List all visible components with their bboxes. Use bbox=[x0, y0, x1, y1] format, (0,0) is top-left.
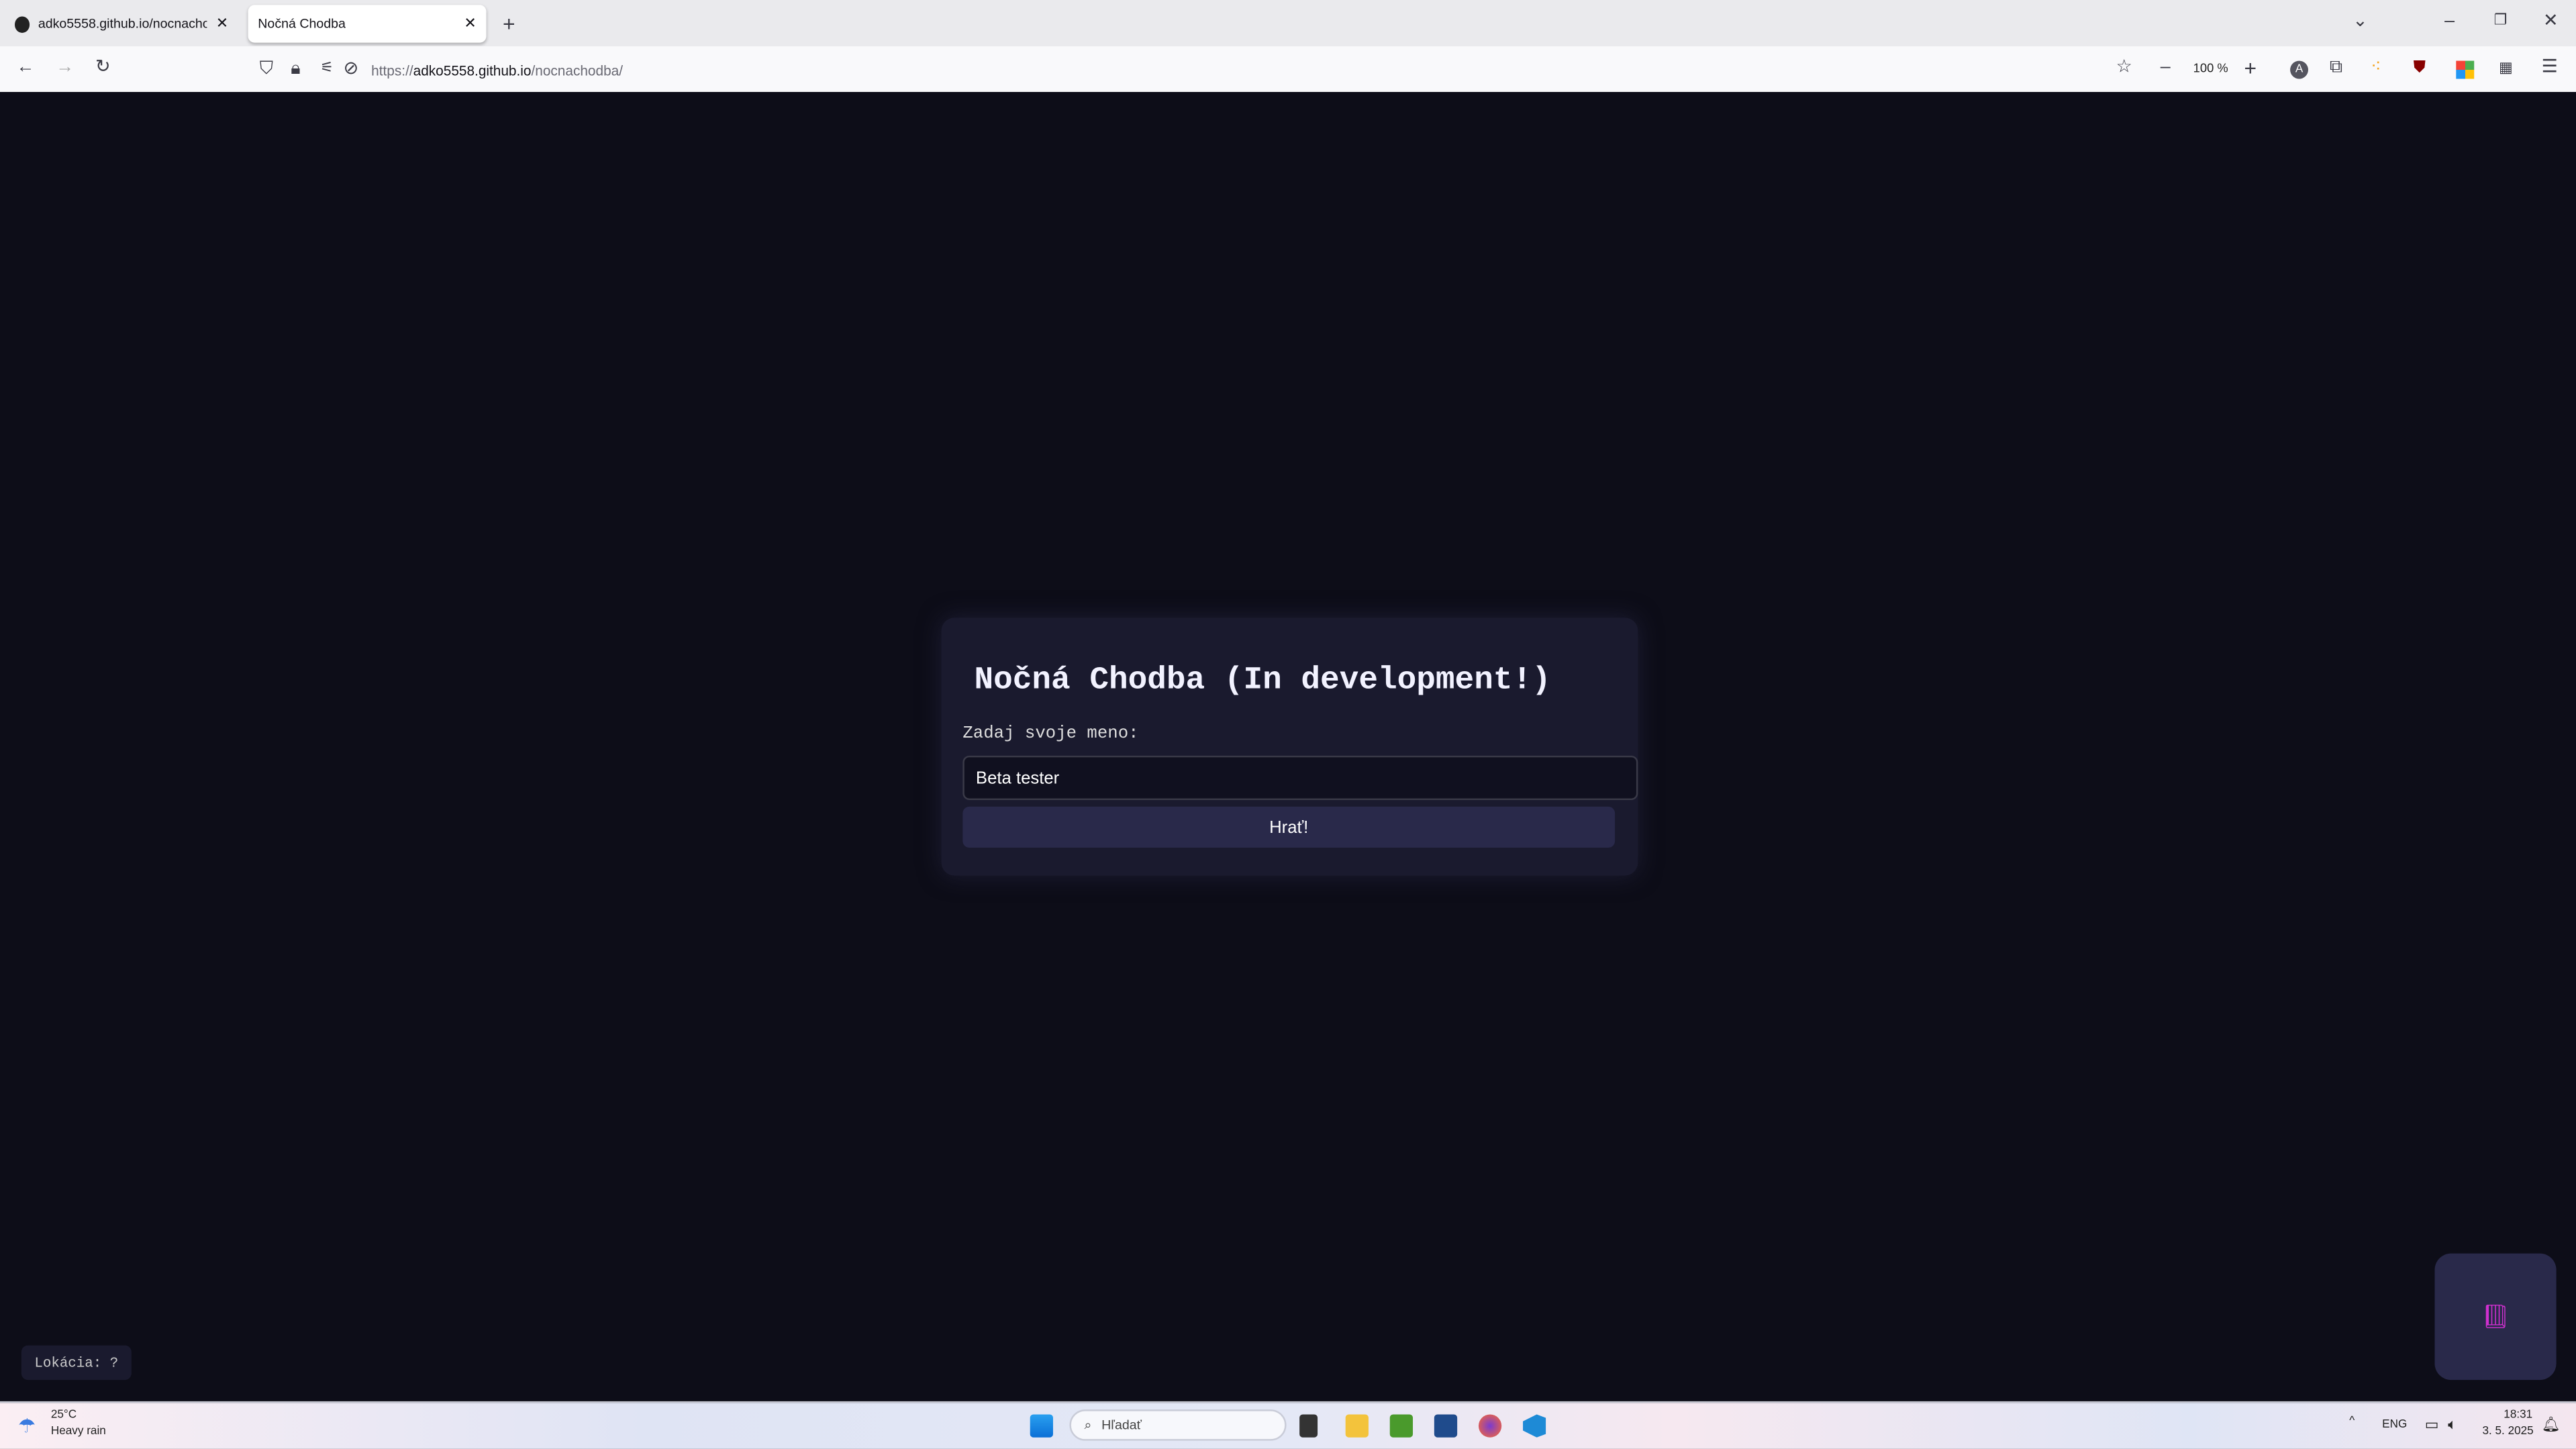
zoom-in-icon[interactable]: + bbox=[2244, 58, 2257, 79]
menu-icon[interactable]: ☰ bbox=[2542, 58, 2558, 77]
new-tab-icon[interactable]: + bbox=[503, 13, 515, 35]
minecraft-icon[interactable] bbox=[1389, 1414, 1414, 1438]
minimize-icon[interactable]: – bbox=[2444, 12, 2455, 32]
close-tab-icon[interactable]: ✕ bbox=[216, 15, 228, 33]
permissions-icon[interactable]: ⚟ bbox=[320, 60, 334, 76]
play-button[interactable]: Hrať! bbox=[962, 806, 1616, 848]
shield-icon[interactable]: ⛉ bbox=[260, 60, 273, 79]
forward-icon[interactable]: → bbox=[56, 58, 74, 77]
github-icon bbox=[15, 15, 30, 32]
extension-dots-icon[interactable]: ⁖ bbox=[2371, 58, 2381, 77]
extensions-puzzle-icon[interactable]: ⧉ bbox=[2330, 58, 2342, 77]
clock-date[interactable]: 3. 5. 2025 bbox=[2482, 1426, 2533, 1438]
qr-code-icon[interactable]: ▦ bbox=[2499, 60, 2513, 76]
search-icon: ⌕ bbox=[1084, 1417, 1092, 1432]
close-window-icon[interactable]: ✕ bbox=[2543, 12, 2559, 32]
back-icon[interactable]: ← bbox=[16, 58, 34, 77]
list-tabs-chevron-icon[interactable]: ⌄ bbox=[2352, 12, 2368, 32]
url-text[interactable]: https://adko5558.github.io/nocnachodba/ bbox=[371, 62, 623, 79]
microsoft-extension-icon[interactable] bbox=[2456, 60, 2475, 79]
location-indicator: Lokácia: ? bbox=[21, 1345, 132, 1381]
terminal-icon[interactable] bbox=[1299, 1414, 1318, 1438]
weather-icon[interactable]: ☂ bbox=[18, 1414, 36, 1437]
restore-icon[interactable]: ❐ bbox=[2494, 12, 2508, 28]
store-icon[interactable] bbox=[1434, 1414, 1458, 1438]
zoom-out-icon[interactable]: – bbox=[2161, 58, 2171, 77]
firefox-icon[interactable] bbox=[1478, 1414, 1502, 1438]
weather-desc[interactable]: Heavy rain bbox=[51, 1426, 106, 1438]
tab-bar: adko5558.github.io/nocnachodba ✕ Nočná C… bbox=[0, 0, 2576, 46]
book-icon: 📕︎ bbox=[2481, 1303, 2510, 1330]
ublock-icon[interactable]: ⛊ bbox=[2414, 60, 2426, 77]
lock-icon[interactable]: 🔒︎ bbox=[291, 60, 300, 79]
file-explorer-icon[interactable] bbox=[1345, 1414, 1369, 1438]
page-title: Nočná Chodba (In development!) bbox=[974, 662, 1551, 699]
volume-icon[interactable]: 🔈︎ bbox=[2448, 1416, 2457, 1434]
tab-nocna-chodba[interactable]: Nočná Chodba ✕ bbox=[248, 5, 487, 43]
tab-label: Nočná Chodba bbox=[258, 16, 346, 32]
tab-github[interactable]: adko5558.github.io/nocnachodba ✕ bbox=[5, 5, 238, 42]
name-input[interactable] bbox=[962, 755, 1638, 801]
language-indicator[interactable]: ENG bbox=[2382, 1419, 2407, 1431]
clock-time[interactable]: 18:31 bbox=[2504, 1409, 2532, 1421]
weather-temp[interactable]: 25°C bbox=[51, 1409, 77, 1421]
start-icon[interactable] bbox=[1030, 1414, 1053, 1438]
taskbar bbox=[0, 1401, 2576, 1449]
taskbar-search[interactable]: ⌕ Hľadať bbox=[1069, 1409, 1287, 1441]
extension-a-icon[interactable]: A bbox=[2290, 60, 2309, 79]
name-label: Zadaj svoje meno: bbox=[962, 724, 1139, 744]
close-tab-icon[interactable]: ✕ bbox=[464, 15, 476, 33]
notification-bell-icon[interactable]: 🔔︎ bbox=[2542, 1416, 2561, 1434]
network-icon[interactable]: ▭ bbox=[2425, 1416, 2439, 1434]
tray-chevron-icon[interactable]: ^ bbox=[2349, 1416, 2355, 1428]
book-button[interactable]: 📕︎ bbox=[2434, 1253, 2557, 1381]
bookmark-star-icon[interactable]: ☆ bbox=[2116, 58, 2132, 77]
tab-label: adko5558.github.io/nocnachodba bbox=[38, 16, 208, 32]
zoom-level[interactable]: 100 % bbox=[2193, 62, 2228, 74]
reload-icon[interactable]: ↻ bbox=[95, 58, 111, 77]
tracking-icon[interactable]: ⊘ bbox=[344, 60, 359, 79]
